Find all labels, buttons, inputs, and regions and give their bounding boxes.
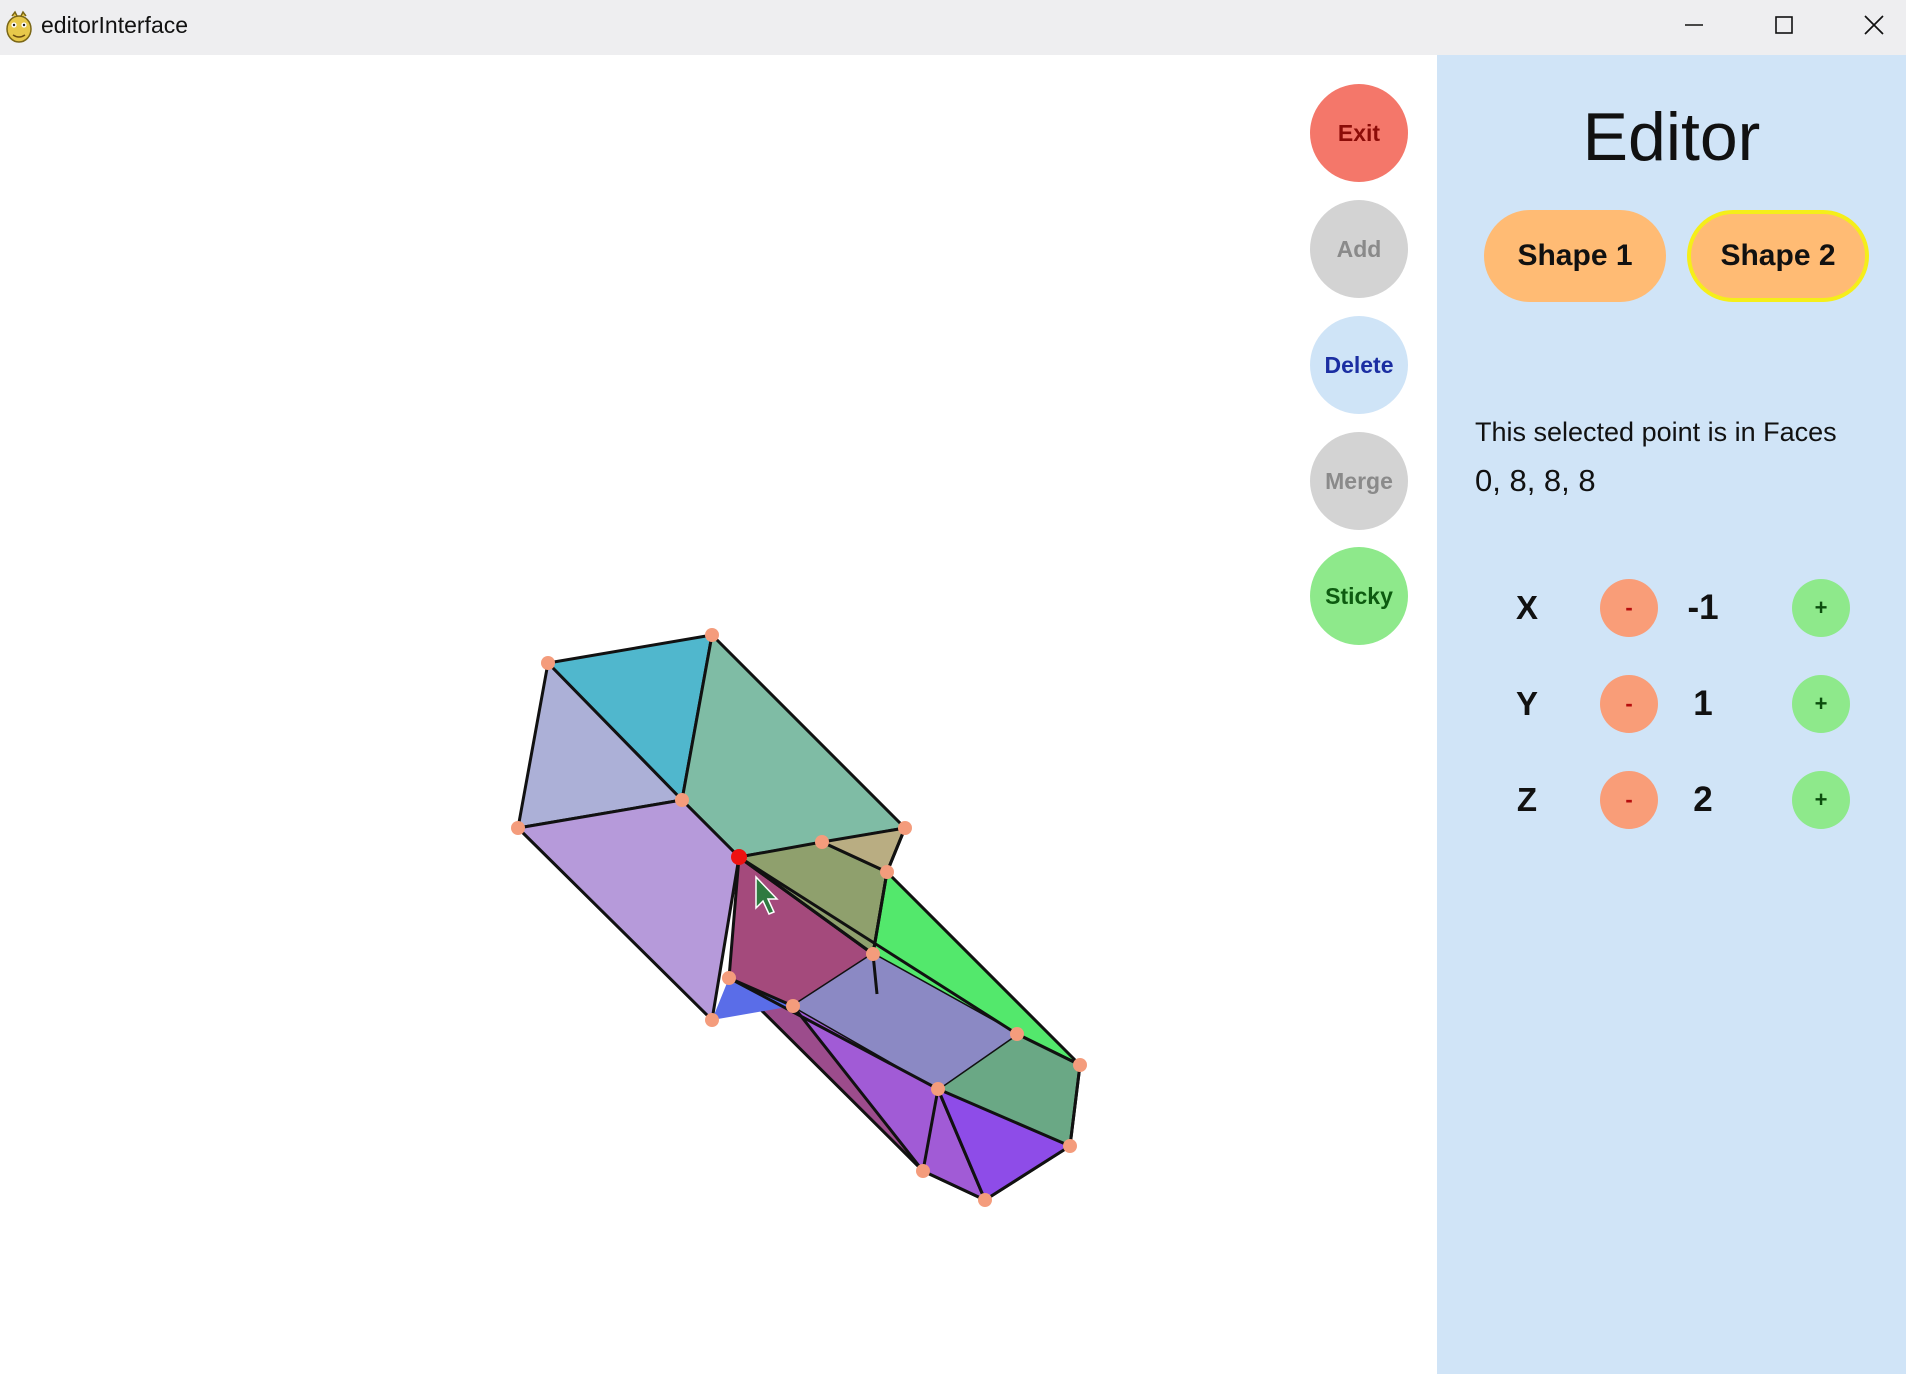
shape-1-button[interactable]: Shape 1 <box>1484 210 1666 302</box>
z-increment-button[interactable]: + <box>1792 771 1850 829</box>
add-button[interactable]: Add <box>1310 200 1408 298</box>
shape-2-button[interactable]: Shape 2 <box>1687 210 1869 302</box>
delete-button[interactable]: Delete <box>1310 316 1408 414</box>
merge-button[interactable]: Merge <box>1310 432 1408 530</box>
axis-label-y: Y <box>1515 685 1538 722</box>
window-title: editorInterface <box>41 12 189 38</box>
python-snake-icon <box>6 10 32 43</box>
viewport-canvas[interactable] <box>0 55 1436 1374</box>
y-increment-button[interactable]: + <box>1792 675 1850 733</box>
coord-row-x: X - -1 + <box>1437 578 1906 638</box>
shape1-face-lower <box>516 798 741 1022</box>
coord-row-z: Z - 2 + <box>1437 770 1906 830</box>
coord-row-y: Y - 1 + <box>1437 674 1906 734</box>
close-icon <box>1864 15 1884 35</box>
x-increment-button[interactable]: + <box>1792 579 1850 637</box>
shape1-face-upper <box>680 633 907 859</box>
editor-title: Editor <box>1582 99 1761 175</box>
selected-vertex[interactable] <box>731 849 747 865</box>
minimize-button[interactable] <box>1650 0 1738 50</box>
close-button[interactable] <box>1830 0 1906 50</box>
exit-button[interactable]: Exit <box>1310 84 1408 182</box>
axis-label-z: Z <box>1516 781 1538 818</box>
editor-panel: Editor Shape 1 Shape 2 This selected poi… <box>1437 55 1906 1374</box>
title-bar: editorInterface <box>0 0 1906 55</box>
maximize-button[interactable] <box>1740 0 1828 50</box>
maximize-icon <box>1775 16 1793 34</box>
3d-shape-render[interactable] <box>0 55 1436 1374</box>
selected-point-info: This selected point is in Faces <box>1475 417 1837 447</box>
z-value: 2 <box>1693 780 1713 819</box>
y-value: 1 <box>1693 684 1713 723</box>
selected-point-faces: 0, 8, 8, 8 <box>1475 463 1596 498</box>
minimize-icon <box>1685 24 1703 26</box>
axis-label-x: X <box>1515 589 1538 626</box>
sticky-button[interactable]: Sticky <box>1310 547 1408 645</box>
x-value: -1 <box>1687 588 1719 627</box>
